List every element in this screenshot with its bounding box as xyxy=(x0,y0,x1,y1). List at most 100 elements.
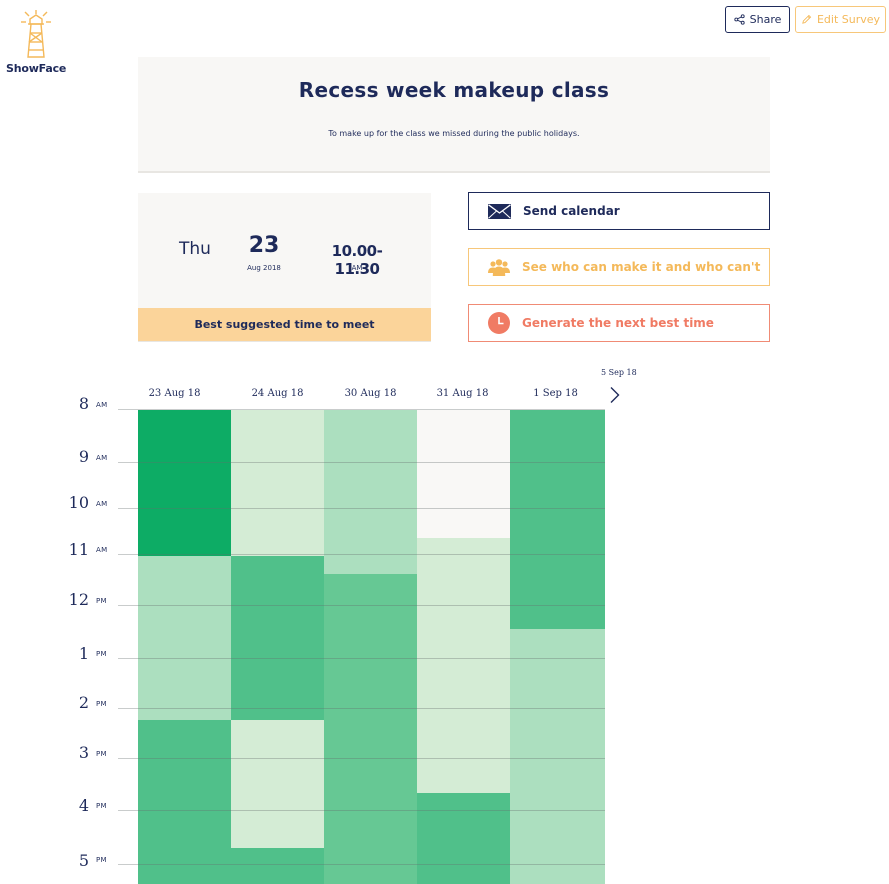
heatmap-cell[interactable] xyxy=(417,829,510,849)
heatmap-cell[interactable] xyxy=(510,738,605,757)
heatmap-cell[interactable] xyxy=(510,683,605,703)
heatmap-cell[interactable] xyxy=(138,628,231,648)
heatmap-cell[interactable] xyxy=(324,665,417,685)
see-who-can-button[interactable]: See who can make it and who can't xyxy=(468,248,770,286)
heatmap-cell[interactable] xyxy=(417,410,510,429)
heatmap-cell[interactable] xyxy=(417,647,510,666)
heatmap-cell[interactable] xyxy=(138,701,231,721)
heatmap-cell[interactable] xyxy=(510,792,605,812)
heatmap-cell[interactable] xyxy=(231,647,324,666)
heatmap-cell[interactable] xyxy=(510,811,605,830)
heatmap-cell[interactable] xyxy=(231,811,324,830)
heatmap-cell[interactable] xyxy=(324,519,417,539)
heatmap-cell[interactable] xyxy=(231,555,324,575)
heatmap-cell[interactable] xyxy=(417,811,510,830)
heatmap-cell[interactable] xyxy=(417,683,510,703)
heatmap-cell[interactable] xyxy=(417,665,510,685)
heatmap-cell[interactable] xyxy=(417,501,510,520)
heatmap-cell[interactable] xyxy=(231,628,324,648)
heatmap-cell[interactable] xyxy=(324,428,417,448)
heatmap-cell[interactable] xyxy=(324,738,417,757)
heatmap-cell[interactable] xyxy=(510,774,605,794)
heatmap-cell[interactable] xyxy=(138,683,231,703)
heatmap-cell[interactable] xyxy=(510,464,605,484)
heatmap-cell[interactable] xyxy=(138,519,231,539)
heatmap-cell[interactable] xyxy=(510,410,605,429)
heatmap-cell[interactable] xyxy=(510,519,605,539)
heatmap-cell[interactable] xyxy=(231,665,324,685)
heatmap-cell[interactable] xyxy=(138,647,231,666)
heatmap-cell[interactable] xyxy=(138,865,231,884)
heatmap-cell[interactable] xyxy=(417,482,510,502)
heatmap-cell[interactable] xyxy=(417,865,510,884)
heatmap-cell[interactable] xyxy=(324,792,417,812)
heatmap-cell[interactable] xyxy=(138,482,231,502)
heatmap-cell[interactable] xyxy=(324,592,417,612)
heatmap-cell[interactable] xyxy=(417,592,510,612)
heatmap-cell[interactable] xyxy=(138,811,231,830)
heatmap-cell[interactable] xyxy=(417,610,510,630)
heatmap-cell[interactable] xyxy=(417,555,510,575)
heatmap-cell[interactable] xyxy=(138,610,231,630)
heatmap-cell[interactable] xyxy=(417,464,510,484)
heatmap-cell[interactable] xyxy=(324,811,417,830)
heatmap-cell[interactable] xyxy=(417,428,510,448)
heatmap-cell[interactable] xyxy=(138,501,231,520)
heatmap-cell[interactable] xyxy=(231,719,324,739)
heatmap-cell[interactable] xyxy=(324,701,417,721)
heatmap-cell[interactable] xyxy=(324,574,417,593)
heatmap-cell[interactable] xyxy=(231,792,324,812)
heatmap-cell[interactable] xyxy=(510,665,605,685)
heatmap-cell[interactable] xyxy=(324,610,417,630)
heatmap-cell[interactable] xyxy=(231,610,324,630)
heatmap-cell[interactable] xyxy=(324,647,417,666)
heatmap-cell[interactable] xyxy=(510,628,605,648)
heatmap-cell[interactable] xyxy=(138,574,231,593)
heatmap-cell[interactable] xyxy=(138,719,231,739)
send-calendar-button[interactable]: Send calendar xyxy=(468,192,770,230)
heatmap-cell[interactable] xyxy=(231,865,324,884)
heatmap-cell[interactable] xyxy=(138,555,231,575)
generate-next-button[interactable]: Generate the next best time xyxy=(468,304,770,342)
heatmap-cell[interactable] xyxy=(324,628,417,648)
heatmap-cell[interactable] xyxy=(510,865,605,884)
heatmap-cell[interactable] xyxy=(138,774,231,794)
heatmap-cell[interactable] xyxy=(231,592,324,612)
heatmap-cell[interactable] xyxy=(324,756,417,776)
heatmap-cell[interactable] xyxy=(510,428,605,448)
heatmap-cell[interactable] xyxy=(231,701,324,721)
heatmap-cell[interactable] xyxy=(510,610,605,630)
heatmap-cell[interactable] xyxy=(231,756,324,776)
heatmap-cell[interactable] xyxy=(510,647,605,666)
heatmap-cell[interactable] xyxy=(231,428,324,448)
heatmap-cell[interactable] xyxy=(324,865,417,884)
heatmap-cell[interactable] xyxy=(324,464,417,484)
heatmap-cell[interactable] xyxy=(138,792,231,812)
heatmap-cell[interactable] xyxy=(231,482,324,502)
heatmap-cell[interactable] xyxy=(324,774,417,794)
heatmap-cell[interactable] xyxy=(417,756,510,776)
heatmap-cell[interactable] xyxy=(138,665,231,685)
heatmap-cell[interactable] xyxy=(417,738,510,757)
heatmap-cell[interactable] xyxy=(138,592,231,612)
heatmap-cell[interactable] xyxy=(324,683,417,703)
heatmap-cell[interactable] xyxy=(510,592,605,612)
heatmap-cell[interactable] xyxy=(417,792,510,812)
heatmap-cell[interactable] xyxy=(417,719,510,739)
heatmap-cell[interactable] xyxy=(510,719,605,739)
heatmap-cell[interactable] xyxy=(138,829,231,849)
edit-survey-button[interactable]: Edit Survey xyxy=(795,6,886,33)
heatmap-cell[interactable] xyxy=(138,410,231,429)
heatmap-cell[interactable] xyxy=(324,410,417,429)
heatmap-cell[interactable] xyxy=(417,774,510,794)
heatmap-cell[interactable] xyxy=(324,555,417,575)
heatmap-cell[interactable] xyxy=(510,756,605,776)
heatmap-cell[interactable] xyxy=(231,574,324,593)
heatmap-cell[interactable] xyxy=(510,701,605,721)
heatmap-cell[interactable] xyxy=(324,501,417,520)
heatmap-cell[interactable] xyxy=(417,519,510,539)
heatmap-cell[interactable] xyxy=(231,501,324,520)
heatmap-cell[interactable] xyxy=(231,774,324,794)
heatmap-cell[interactable] xyxy=(138,756,231,776)
share-button[interactable]: Share xyxy=(725,6,790,33)
